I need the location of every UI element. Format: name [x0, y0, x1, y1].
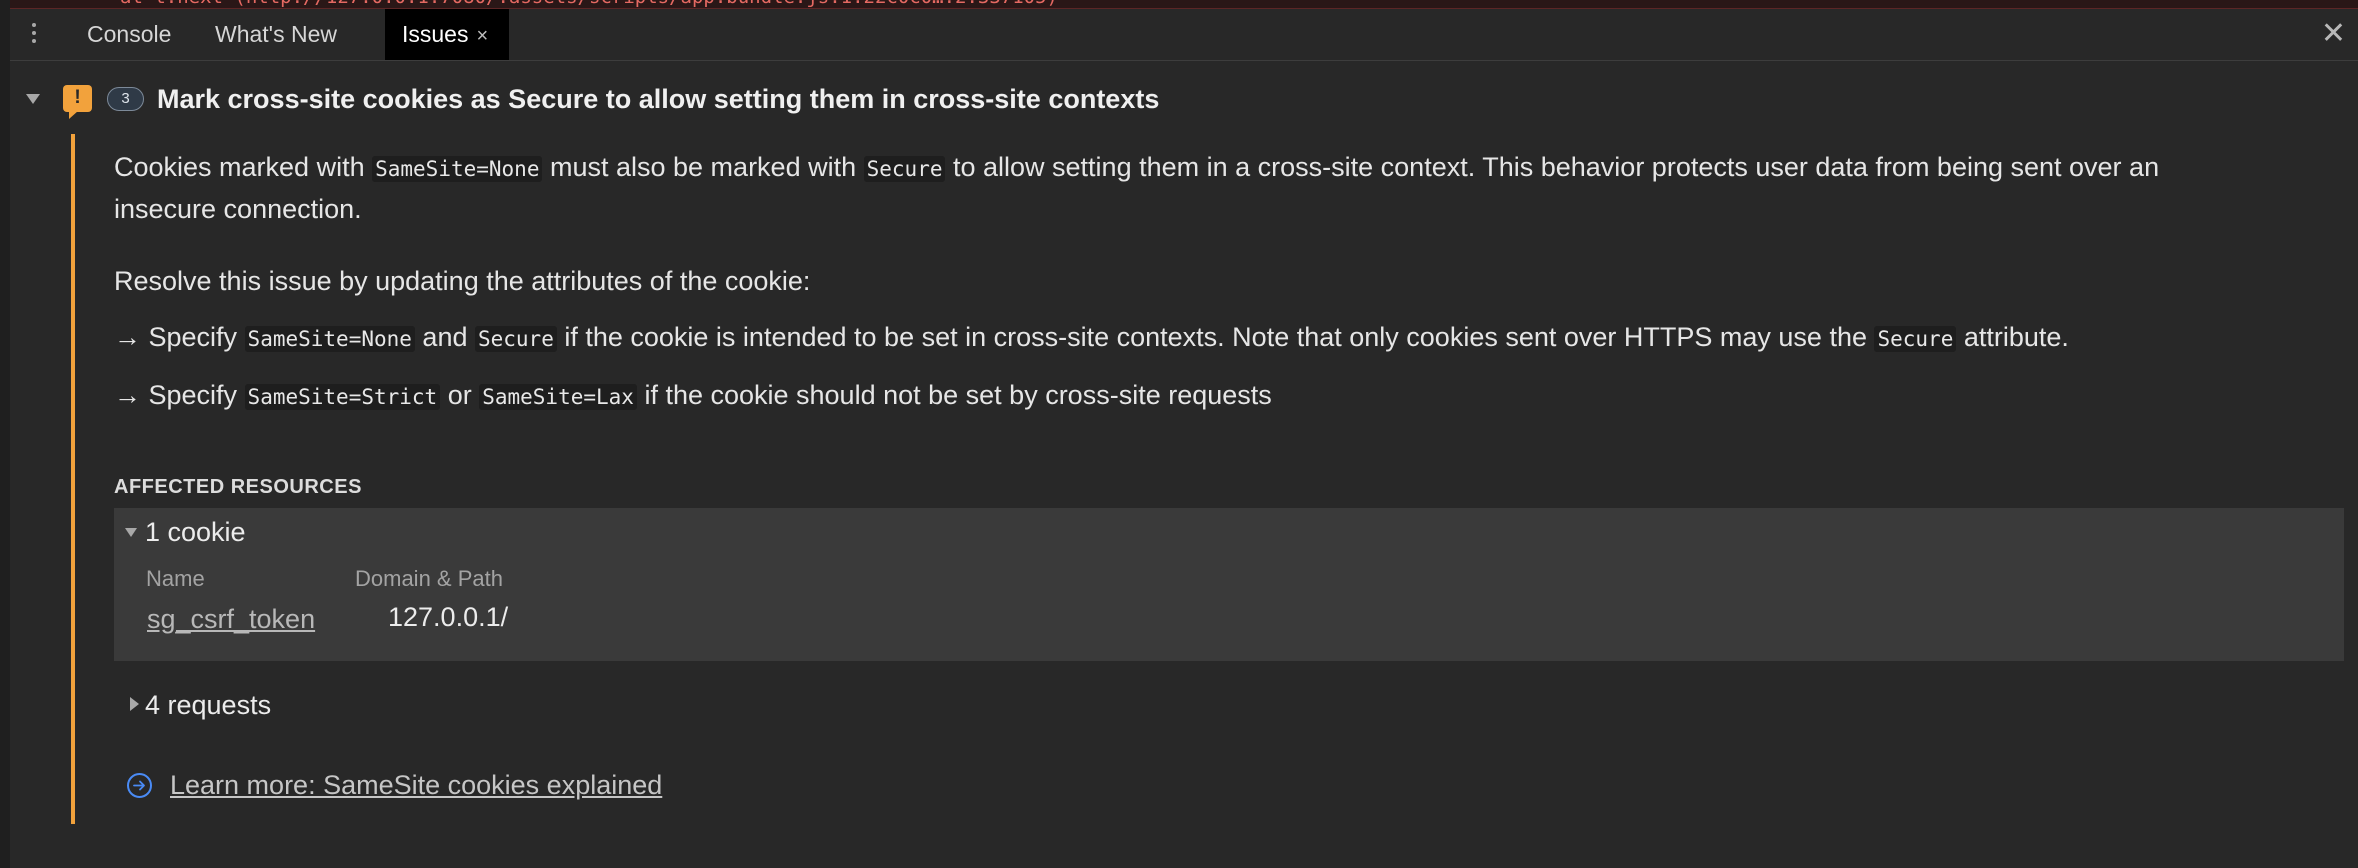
cookies-summary[interactable]: 1 cookie	[145, 517, 246, 548]
arrow-circle-right-icon	[127, 773, 152, 798]
resolution-step-1: → Specify SameSite=None and Secure if th…	[114, 322, 2069, 352]
affected-cookies-panel: 1 cookie Name Domain & Path sg_csrf_toke…	[114, 508, 2344, 661]
requests-summary[interactable]: 4 requests	[145, 690, 271, 721]
issue-count-badge: 3	[107, 87, 144, 111]
affected-resources-heading: AFFECTED RESOURCES	[114, 476, 362, 498]
warning-icon: !	[63, 85, 92, 119]
column-header-name: Name	[146, 566, 205, 591]
resolve-instructions: Resolve this issue by updating the attri…	[114, 266, 811, 296]
console-error-line-clipped: at t.next (http://127.0.0.1:7080/.assets…	[0, 0, 2358, 9]
panel-left-edge	[0, 0, 10, 868]
close-drawer-icon[interactable]: ✕	[2321, 19, 2346, 49]
drawer-tab-bar: Console What's New Issues × ✕	[10, 9, 2358, 61]
tab-issues-label: Issues	[402, 21, 469, 47]
issue-accent-bar	[71, 134, 75, 824]
tab-close-icon[interactable]: ×	[476, 25, 488, 47]
learn-more-link[interactable]: Learn more: SameSite cookies explained	[170, 770, 662, 801]
cookie-name-link[interactable]: sg_csrf_token	[147, 604, 315, 635]
column-header-domain-path: Domain & Path	[355, 566, 503, 591]
more-options-icon[interactable]	[24, 19, 44, 49]
issue-description-line2: insecure connection.	[114, 194, 362, 224]
issue-description: Cookies marked with SameSite=None must a…	[114, 152, 2160, 182]
resolution-step-2: → Specify SameSite=Strict or SameSite=La…	[114, 380, 1272, 410]
issue-header[interactable]: ! 3 Mark cross-site cookies as Secure to…	[10, 78, 2350, 124]
expand-triangle-icon[interactable]	[26, 94, 40, 104]
collapse-cookies-triangle-icon[interactable]	[125, 528, 137, 537]
issue-title: Mark cross-site cookies as Secure to all…	[157, 84, 1160, 114]
cookie-domain-path: 127.0.0.1/	[388, 602, 509, 632]
tab-whats-new[interactable]: What's New	[215, 9, 337, 60]
tab-console[interactable]: Console	[87, 9, 171, 60]
tab-issues[interactable]: Issues ×	[385, 9, 509, 60]
expand-requests-triangle-icon[interactable]	[130, 697, 139, 711]
